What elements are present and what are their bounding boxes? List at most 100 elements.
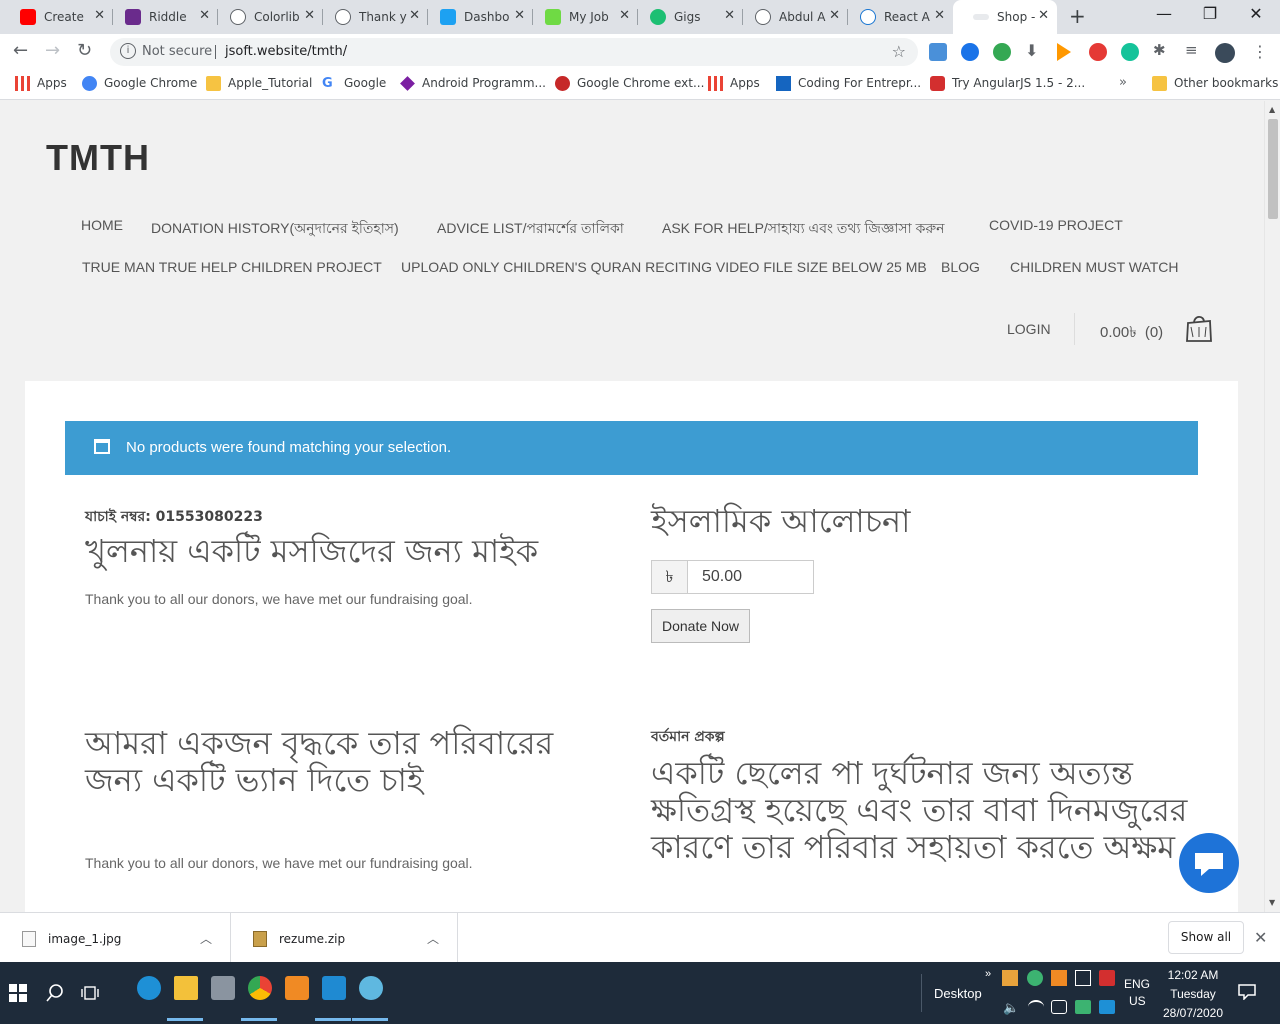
scroll-down-icon[interactable]: ▼: [1269, 898, 1275, 907]
vscode-icon[interactable]: [322, 976, 346, 1000]
shield-icon[interactable]: [1099, 970, 1115, 986]
tray-icon[interactable]: [1051, 970, 1067, 986]
address-bar[interactable]: i Not secure jsoft.website/tmth/ ☆: [110, 38, 918, 66]
campaign-title[interactable]: ইসলামিক আলোচনা: [651, 503, 1191, 540]
menu-home[interactable]: HOME: [81, 217, 123, 233]
language-indicator[interactable]: ENG US: [1124, 977, 1150, 1008]
menu-covid-project[interactable]: COVID-19 PROJECT: [989, 217, 1123, 233]
tab-my-job[interactable]: My Job ✕: [525, 0, 638, 34]
menu-blog[interactable]: BLOG: [941, 259, 980, 275]
scroll-thumb[interactable]: [1268, 119, 1278, 219]
close-tab-icon[interactable]: ✕: [409, 8, 420, 23]
windows-start-icon[interactable]: [9, 984, 27, 1002]
menu-advice-list[interactable]: ADVICE LIST/পরামর্শের তালিকা: [437, 217, 624, 241]
campaign-title[interactable]: একটি ছেলের পা দুর্ঘটনার জন্য অত্যন্ত ক্ষ…: [651, 755, 1191, 866]
campaign-title[interactable]: খুলনায় একটি মসজিদের জন্য মাইক: [85, 533, 625, 570]
close-tab-icon[interactable]: ✕: [514, 8, 525, 23]
bookmark-star-icon[interactable]: ☆: [892, 42, 906, 61]
bookmark-chrome-ext[interactable]: Google Chrome ext...: [555, 76, 704, 91]
close-tab-icon[interactable]: ✕: [829, 8, 840, 23]
close-tab-icon[interactable]: ✕: [724, 8, 735, 23]
tray-overflow[interactable]: »: [985, 968, 991, 980]
close-downloads-icon[interactable]: ✕: [1254, 928, 1267, 947]
menu-icon[interactable]: ⋮: [1252, 42, 1268, 61]
close-tab-icon[interactable]: ✕: [619, 8, 630, 23]
tab-dashboard[interactable]: Dashbo ✕: [420, 0, 533, 34]
back-button[interactable]: ←: [13, 40, 28, 61]
bookmark-coding-entrepreneurs[interactable]: Coding For Entrepr...: [776, 76, 921, 91]
close-tab-icon[interactable]: ✕: [934, 8, 945, 23]
file-explorer-icon[interactable]: [174, 976, 198, 1000]
url-text[interactable]: jsoft.website/tmth/: [225, 44, 347, 59]
cart-total[interactable]: 0.00৳ (0): [1100, 321, 1163, 346]
bookmark-apps-2[interactable]: Apps: [708, 76, 760, 91]
bookmark-android-programming[interactable]: Android Programm...: [400, 76, 546, 91]
chrome-icon[interactable]: [248, 976, 272, 1000]
info-icon[interactable]: i: [120, 43, 136, 59]
notification-icon[interactable]: [1238, 984, 1256, 1000]
usb-icon[interactable]: [1075, 970, 1091, 986]
extension-icon[interactable]: [993, 43, 1011, 61]
volume-icon[interactable]: 🔈: [1003, 1000, 1019, 1016]
task-view-icon[interactable]: [81, 984, 99, 1002]
play-extension-icon[interactable]: [1057, 43, 1071, 61]
chevron-up-icon[interactable]: ︿: [427, 930, 439, 947]
menu-ask-for-help[interactable]: ASK FOR HELP/সাহায্য এবং তথ্য জিজ্ঞাসা ক…: [662, 217, 945, 241]
amount-value[interactable]: 50.00: [702, 568, 742, 586]
other-bookmarks[interactable]: Other bookmarks: [1152, 76, 1278, 91]
search-icon[interactable]: [46, 984, 64, 1002]
sublime-text-icon[interactable]: [285, 976, 309, 1000]
menu-children-must-watch[interactable]: CHILDREN MUST WATCH: [1010, 259, 1179, 275]
chat-widget-button[interactable]: [1179, 833, 1239, 893]
tab-react[interactable]: React A ✕: [840, 0, 953, 34]
extension-icon[interactable]: [1089, 43, 1107, 61]
wifi-icon[interactable]: [1028, 1000, 1044, 1014]
storage-app-icon[interactable]: [211, 976, 235, 1000]
menu-donation-history[interactable]: DONATION HISTORY(অনুদানের ইতিহাস): [151, 217, 399, 241]
bookmark-angularjs[interactable]: Try AngularJS 1.5 - 2...: [930, 76, 1085, 91]
avatar[interactable]: [1215, 43, 1235, 63]
tray-icon[interactable]: [1027, 970, 1043, 986]
puzzle-icon[interactable]: ✱: [1153, 41, 1171, 59]
app-icon[interactable]: [359, 976, 383, 1000]
show-all-button[interactable]: Show all: [1168, 921, 1244, 954]
scroll-up-icon[interactable]: ▲: [1269, 105, 1275, 114]
tab-abdul[interactable]: Abdul A ✕: [735, 0, 848, 34]
download-icon[interactable]: ⬇: [1025, 41, 1043, 60]
close-tab-icon[interactable]: ✕: [94, 8, 105, 23]
page-scrollbar[interactable]: ▲ ▼: [1264, 101, 1280, 912]
bookmarks-overflow[interactable]: »: [1119, 75, 1127, 90]
campaign-title[interactable]: আমরা একজন বৃদ্ধকে তার পরিবারের জন্য একটি…: [85, 725, 585, 799]
tab-thank-you[interactable]: Thank y ✕: [315, 0, 428, 34]
tab-riddle[interactable]: Riddle ✕: [105, 0, 218, 34]
bookmark-google[interactable]: G Google: [322, 76, 386, 91]
chevron-up-icon[interactable]: ︿: [200, 930, 212, 947]
grammarly-icon[interactable]: [1121, 43, 1139, 61]
tab-create[interactable]: Create ✕: [0, 0, 113, 34]
extension-icon[interactable]: [961, 43, 979, 61]
tab-colorlib[interactable]: Colorlib ✕: [210, 0, 323, 34]
download-item[interactable]: image_1.jpg ︿: [0, 913, 231, 963]
reload-button[interactable]: ↻: [77, 40, 92, 61]
tray-icon[interactable]: [1099, 1000, 1115, 1014]
close-window-button[interactable]: ✕: [1233, 4, 1279, 23]
network-icon[interactable]: [1051, 1000, 1067, 1014]
tray-icon[interactable]: [1075, 1000, 1091, 1014]
restore-button[interactable]: ❐: [1187, 4, 1233, 23]
tray-icon[interactable]: [1002, 970, 1018, 986]
close-tab-icon[interactable]: ✕: [304, 8, 315, 23]
tab-shop[interactable]: Shop - ✕: [953, 0, 1057, 34]
menu-children-project[interactable]: TRUE MAN TRUE HELP CHILDREN PROJECT: [82, 259, 382, 275]
download-item[interactable]: rezume.zip ︿: [231, 913, 458, 963]
desktop-toolbar-label[interactable]: Desktop: [934, 986, 982, 1001]
login-link[interactable]: LOGIN: [1007, 321, 1051, 337]
forward-button[interactable]: →: [45, 40, 60, 61]
donation-amount-field[interactable]: ৳ 50.00: [651, 560, 814, 594]
clock[interactable]: 12:02 AM Tuesday 28/07/2020: [1160, 966, 1226, 1023]
bookmark-apps[interactable]: Apps: [15, 76, 67, 91]
shopping-bag-icon[interactable]: [1185, 313, 1213, 343]
minimize-button[interactable]: —: [1141, 4, 1187, 23]
close-tab-icon[interactable]: ✕: [1038, 8, 1049, 23]
bookmark-google-chrome[interactable]: Google Chrome: [82, 76, 197, 91]
new-tab-button[interactable]: +: [1069, 4, 1086, 28]
